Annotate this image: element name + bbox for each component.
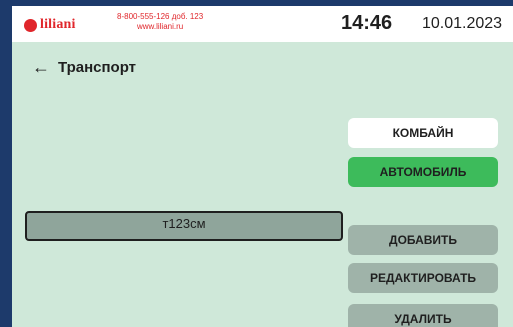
logo-mark-icon <box>24 18 37 32</box>
contact-info: 8-800-555-126 доб. 123 www.liliani.ru <box>117 12 203 32</box>
vehicle-list-item[interactable]: т123см <box>25 211 343 241</box>
category-combine-button[interactable]: КОМБАЙН <box>348 118 498 148</box>
back-button[interactable]: ← Транспорт <box>32 58 136 76</box>
header-bar: liliani 8-800-555-126 доб. 123 www.lilia… <box>12 6 513 42</box>
clock: 14:46 <box>341 12 393 34</box>
page-title: Транспорт <box>58 58 137 76</box>
add-button[interactable]: ДОБАВИТЬ <box>348 225 498 255</box>
phone-number: 8-800-555-126 доб. 123 <box>117 12 204 21</box>
app-screen: liliani 8-800-555-126 доб. 123 www.lilia… <box>12 6 513 327</box>
edit-button[interactable]: РЕДАКТИРОВАТЬ <box>348 263 498 293</box>
delete-button[interactable]: УДАЛИТЬ <box>348 304 498 327</box>
brand-logo: liliani <box>24 17 76 33</box>
website-link: www.liliani.ru <box>136 22 184 31</box>
logo-text: liliani <box>40 17 76 32</box>
date: 10.01.2023 <box>422 15 503 32</box>
category-car-button[interactable]: АВТОМОБИЛЬ <box>348 157 498 187</box>
back-arrow-icon: ← <box>32 57 50 77</box>
